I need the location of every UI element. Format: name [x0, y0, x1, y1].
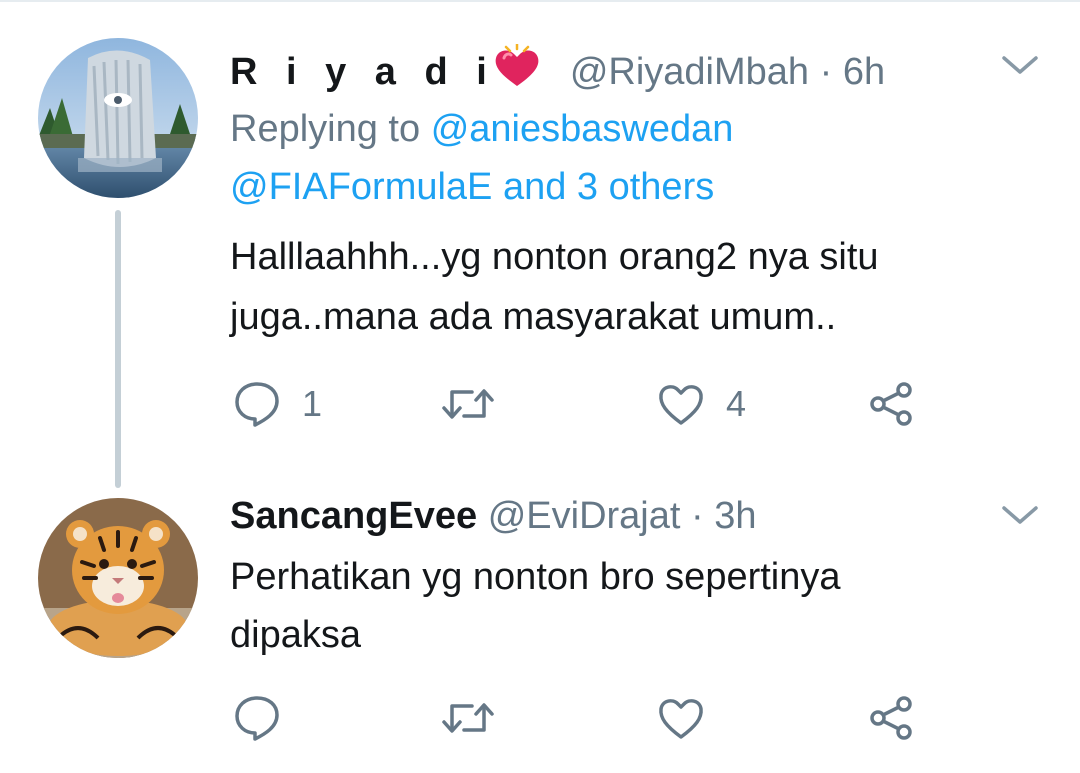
- avatar[interactable]: [38, 38, 198, 198]
- share-button[interactable]: [866, 694, 916, 742]
- reply-button[interactable]: 1: [232, 380, 322, 428]
- timestamp[interactable]: 3h: [714, 495, 756, 537]
- speech-bubble-icon: [235, 382, 279, 427]
- replying-to: Replying to @aniesbaswedan: [230, 100, 733, 158]
- replying-to-more[interactable]: @FIAFormulaE and 3 others: [230, 158, 714, 216]
- reply-button[interactable]: [232, 694, 302, 742]
- tweet-header: SancangEvee @EviDrajat · 3h: [230, 494, 757, 538]
- heart-outline-icon: [659, 699, 703, 739]
- tweet-header: R i y a d i @RiyadiMbah · 6h: [230, 42, 885, 100]
- avatar[interactable]: [38, 498, 198, 658]
- tweet-riyadi[interactable]: R i y a d i @RiyadiMbah · 6h Replying to…: [0, 0, 1080, 470]
- like-count: 4: [726, 383, 747, 424]
- display-name[interactable]: R i y a d i: [230, 51, 496, 93]
- retweet-button[interactable]: [440, 380, 516, 428]
- thread-connector-line: [115, 210, 121, 488]
- separator-dot: ·: [691, 495, 704, 537]
- share-button[interactable]: [866, 380, 916, 428]
- handle[interactable]: @RiyadiMbah: [570, 51, 809, 93]
- share-nodes-icon: [870, 382, 912, 426]
- retweet-button[interactable]: [440, 694, 516, 742]
- chevron-down-icon[interactable]: [1000, 500, 1040, 530]
- separator-dot: ·: [819, 51, 833, 93]
- display-name[interactable]: SancangEvee: [230, 495, 477, 537]
- mention-link[interactable]: @aniesbaswedan: [431, 108, 734, 150]
- chevron-down-icon[interactable]: [1000, 50, 1040, 80]
- share-nodes-icon: [870, 696, 912, 740]
- tweet-text-line-1: Perhatikan yg nonton bro sepertinya: [230, 556, 841, 598]
- tweet-sancangevee[interactable]: SancangEvee @EviDrajat · 3h Perhatikan y…: [0, 470, 1080, 773]
- timestamp[interactable]: 6h: [843, 51, 885, 93]
- retweet-arrows-icon: [442, 703, 494, 733]
- heart-outline-icon: [659, 385, 703, 425]
- retweet-arrows-icon: [442, 389, 494, 419]
- reply-count: 1: [302, 383, 323, 424]
- replying-prefix: Replying to: [230, 108, 421, 150]
- like-button[interactable]: 4: [656, 380, 746, 428]
- like-button[interactable]: [656, 694, 726, 742]
- tweet-text-line-1: Halllaahhh...yg nonton orang2 nya situ: [230, 236, 879, 278]
- red-heart-sparkles-icon: [492, 42, 542, 100]
- tweet-text-line-2: juga..mana ada masyarakat umum..: [230, 296, 837, 338]
- handle[interactable]: @EviDrajat: [488, 495, 681, 537]
- speech-bubble-icon: [235, 696, 279, 741]
- tweet-text-line-2: dipaksa: [230, 614, 361, 656]
